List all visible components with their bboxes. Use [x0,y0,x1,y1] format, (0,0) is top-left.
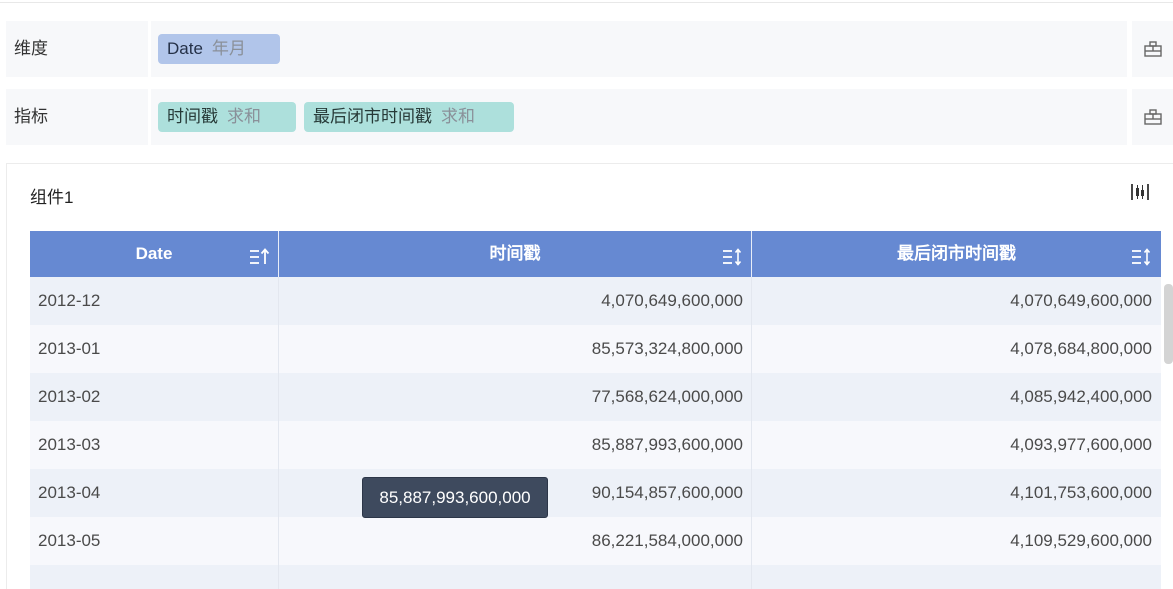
dimension-row: 维度 Date 年月 [6,21,1173,77]
metric-drop-zone[interactable]: 时间戳 求和 最后闭市时间戳 求和 [151,89,1127,145]
metric-pill-close-timestamp[interactable]: 最后闭市时间戳 求和 [304,102,514,132]
cell-close-timestamp: 4,109,529,600,000 [1010,531,1152,550]
cell-date: 2013-02 [38,387,101,406]
table-row[interactable]: 2013-05 86,221,584,000,000 4,109,529,600… [30,517,1161,565]
sort-ascending-icon [250,248,270,264]
cell-timestamp [279,565,743,589]
sort-icon [1132,248,1151,266]
top-border [0,0,1173,3]
sort-icon [723,248,742,266]
metric-pill-timestamp[interactable]: 时间戳 求和 [158,102,296,132]
metric-pill-agg: 求和 [441,107,475,126]
component-panel: 组件1 Date 时间戳 最后闭市时间戳 2012-12 4,070,649,6… [6,163,1173,589]
table-header: Date 时间戳 最后闭市时间戳 [30,231,1161,277]
cell-timestamp: 86,221,584,000,000 [591,531,743,550]
cell-close-timestamp: 4,085,942,400,000 [1010,387,1152,406]
metric-pill-name: 时间戳 [167,107,218,126]
cell-timestamp: 85,887,993,600,000 [591,435,743,454]
cell-date: 2013-03 [38,435,101,454]
column-header-close-timestamp[interactable]: 最后闭市时间戳 [752,231,1161,277]
cell-close-timestamp: 4,093,977,600,000 [1010,435,1152,454]
field-settings-icon [1143,109,1162,125]
metric-pill-name: 最后闭市时间戳 [313,107,432,126]
chart-type-button[interactable] [1129,181,1151,203]
dimension-pill-name: Date [167,39,203,58]
table-row[interactable]: 2013-04 90,154,857,600,000 4,101,753,600… [30,469,1161,517]
metric-row: 指标 时间戳 求和 最后闭市时间戳 求和 [6,89,1173,145]
table-row[interactable]: 2013-02 77,568,624,000,000 4,085,942,400… [30,373,1161,421]
column-header-label: 最后闭市时间戳 [897,244,1016,263]
table-row[interactable]: 2013-01 85,573,324,800,000 4,078,684,800… [30,325,1161,373]
table-scrollbar[interactable] [1164,284,1173,364]
cell-date: 2013-04 [38,483,101,502]
cell-date: 2012-12 [38,291,101,310]
cell-timestamp: 85,573,324,800,000 [591,339,743,358]
sort-button-date[interactable] [241,237,277,277]
data-table: Date 时间戳 最后闭市时间戳 2012-12 4,070,649,600,0… [30,231,1161,589]
table-row[interactable]: 2013-03 85,887,993,600,000 4,093,977,600… [30,421,1161,469]
column-header-timestamp[interactable]: 时间戳 [279,231,751,277]
cell-date [38,565,268,589]
metric-pill-agg: 求和 [227,107,261,126]
dimension-settings-button[interactable] [1132,21,1173,77]
metric-label: 指标 [6,89,148,145]
column-divider [751,277,752,589]
dimension-pill-date[interactable]: Date 年月 [158,34,280,64]
cell-date: 2013-05 [38,531,101,550]
cell-close-timestamp [752,565,1152,589]
sort-button-timestamp[interactable] [714,237,750,277]
dimension-label: 维度 [6,21,148,77]
cell-close-timestamp: 4,070,649,600,000 [1010,291,1152,310]
cell-timestamp: 77,568,624,000,000 [591,387,743,406]
metric-settings-button[interactable] [1132,89,1173,145]
cell-close-timestamp: 4,101,753,600,000 [1010,483,1152,502]
table-row[interactable] [30,565,1161,589]
column-header-label: Date [135,244,173,263]
cell-close-timestamp: 4,078,684,800,000 [1010,339,1152,358]
cell-timestamp: 4,070,649,600,000 [601,291,743,310]
chart-type-icon [1131,184,1149,200]
dimension-drop-zone[interactable]: Date 年月 [151,21,1127,77]
column-header-label: 时间戳 [489,244,541,263]
dimension-pill-agg: 年月 [211,39,246,58]
sort-button-close-timestamp[interactable] [1123,237,1159,277]
cell-date: 2013-01 [38,339,101,358]
column-divider [278,277,279,589]
field-settings-icon [1143,41,1162,57]
component-title: 组件1 [30,188,74,207]
table-row[interactable]: 2012-12 4,070,649,600,000 4,070,649,600,… [30,277,1161,325]
cell-tooltip: 85,887,993,600,000 [362,477,548,518]
